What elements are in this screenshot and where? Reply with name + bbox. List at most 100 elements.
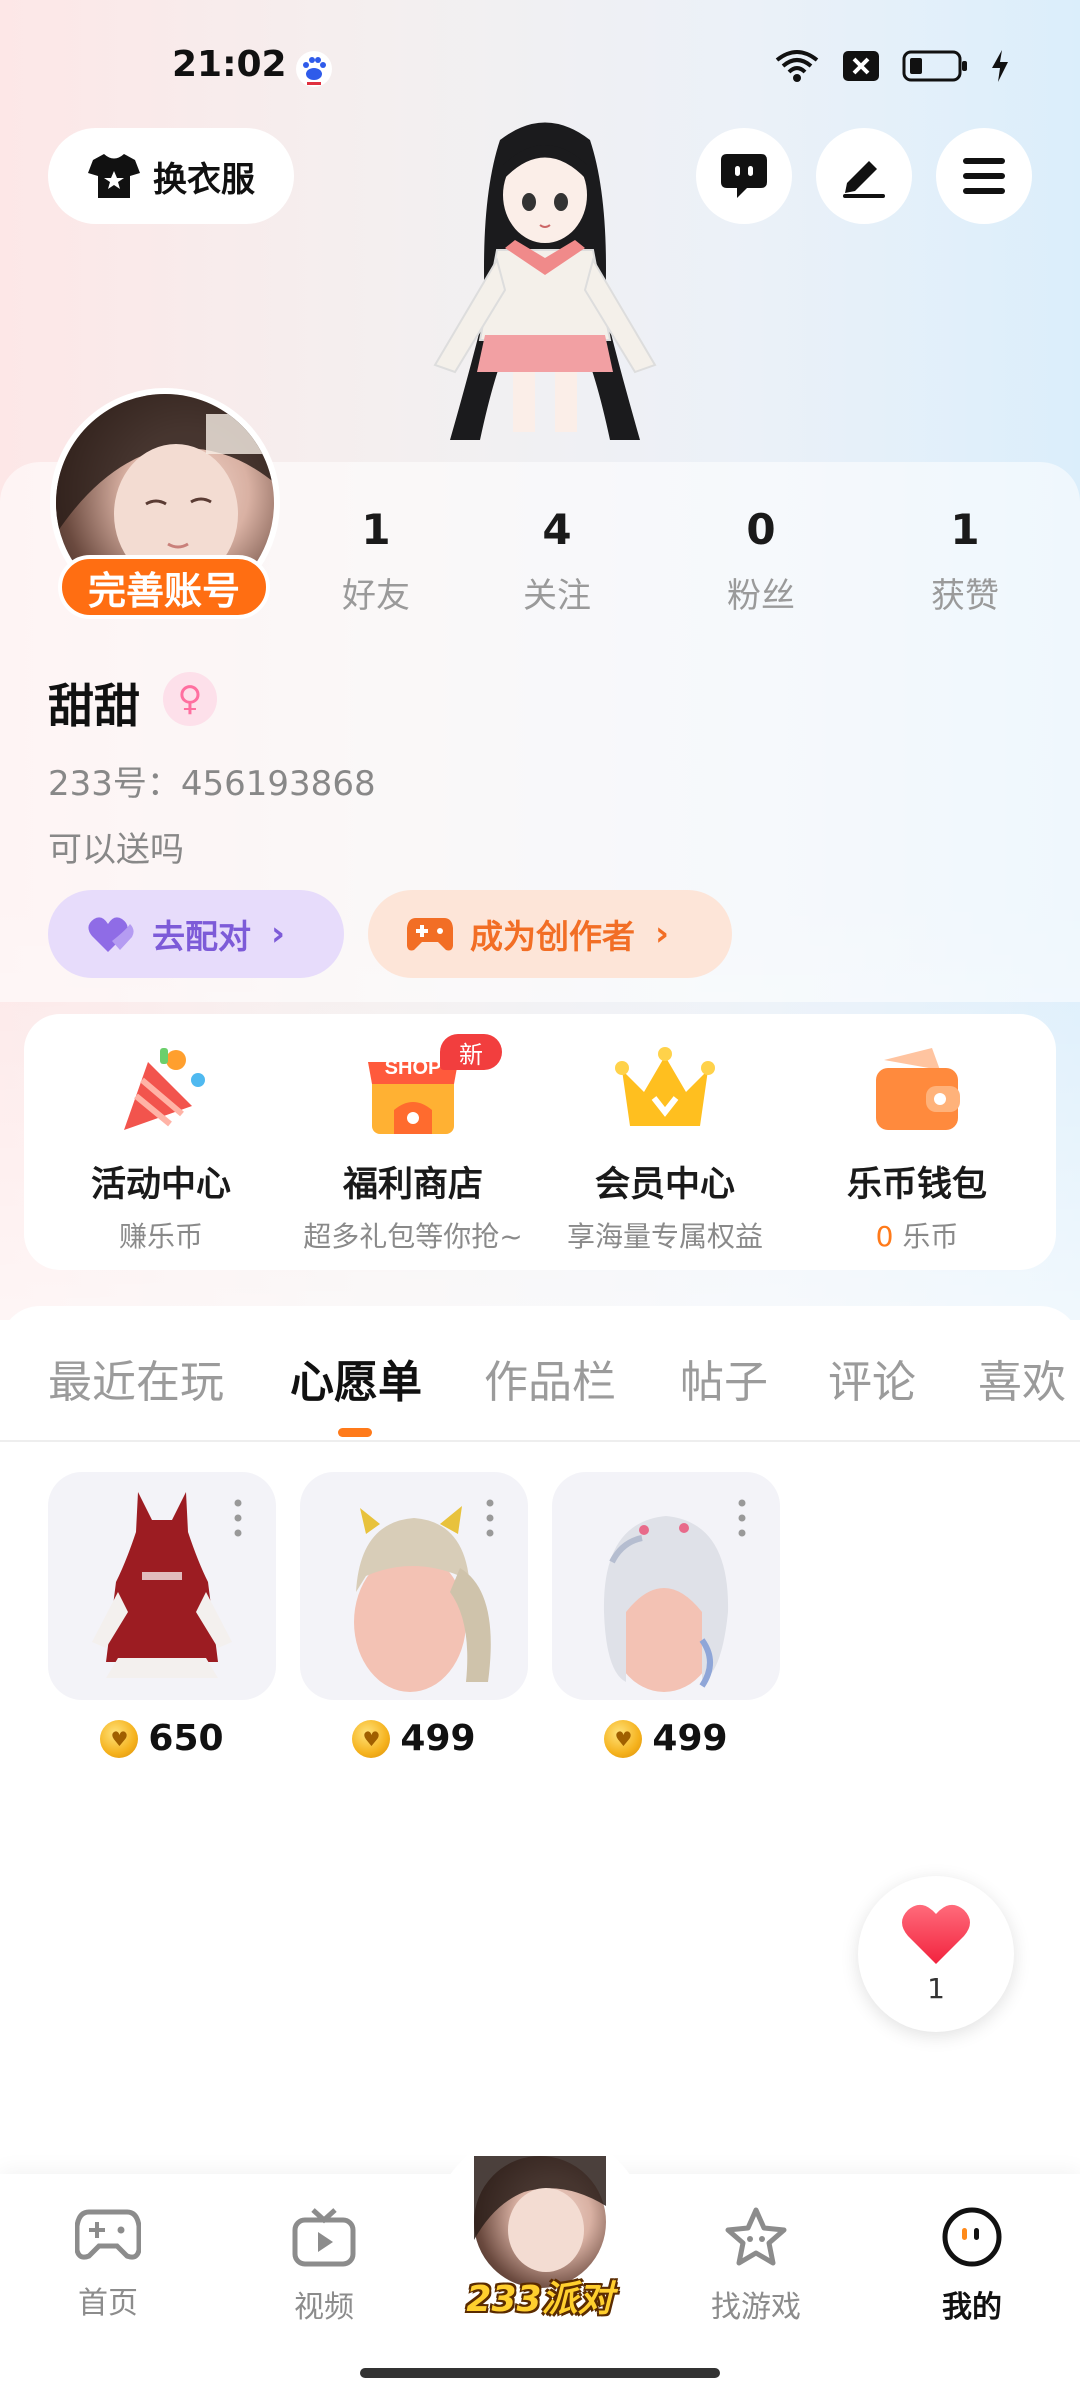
new-badge: 新: [440, 1034, 502, 1070]
tab-recent-played[interactable]: 最近在玩: [48, 1346, 224, 1410]
match-button[interactable]: 去配对 ›: [48, 890, 344, 978]
feature-title: 会员中心: [594, 1165, 735, 1205]
status-time: 21:02: [172, 44, 287, 85]
welfare-shop-entry[interactable]: SHOP 福利商店 超多礼包等你抢~: [288, 1040, 538, 1255]
wishlist-item[interactable]: ♥ 499: [552, 1472, 780, 1759]
item-thumbnail: [552, 1472, 780, 1700]
character-illustration: [433, 122, 657, 440]
feature-title: 活动中心: [90, 1165, 231, 1205]
wishlist-item[interactable]: ♥ 499: [300, 1472, 528, 1759]
edit-icon: [843, 161, 885, 198]
active-tab-indicator: [338, 1428, 372, 1437]
like-floating-button[interactable]: 1: [858, 1876, 1014, 2032]
user-id[interactable]: 233号：456193868: [48, 756, 376, 805]
nav-label: 视频: [294, 2290, 354, 2325]
nav-label: 首页: [78, 2286, 138, 2321]
dress-up-label: 换衣服: [153, 159, 255, 200]
baidu-icon: [296, 51, 332, 87]
gender-female-icon: ♀: [163, 672, 217, 726]
wallet-icon: [862, 1040, 972, 1140]
stat-value: 4: [542, 505, 572, 554]
match-label: 去配对: [152, 917, 251, 956]
nav-mine[interactable]: 我的: [902, 2206, 1042, 2326]
shop-sign-text: SHOP: [385, 1057, 442, 1079]
menu-icon: [963, 158, 1005, 194]
home-indicator[interactable]: [360, 2368, 720, 2378]
more-options-icon[interactable]: [234, 1498, 242, 1538]
stat-label: 关注: [523, 576, 591, 616]
heart-icon: [902, 1904, 970, 1964]
like-count: 1: [927, 1972, 945, 2005]
charging-icon: [992, 50, 1008, 82]
dress-up-button[interactable]: 换衣服: [48, 128, 294, 224]
vip-center-entry[interactable]: 会员中心 享海量专属权益: [540, 1040, 790, 1255]
party-label[interactable]: 233派对: [460, 2270, 620, 2322]
tab-posts[interactable]: 帖子: [680, 1346, 768, 1410]
wishlist-item[interactable]: ♥ 650: [48, 1472, 276, 1759]
coin-wallet-entry[interactable]: 乐币钱包 0 乐币: [792, 1040, 1042, 1255]
tab-works[interactable]: 作品栏: [484, 1346, 616, 1410]
tv-icon: [292, 2208, 356, 2267]
stat-value: 1: [950, 505, 980, 554]
nav-video[interactable]: 视频: [254, 2206, 394, 2326]
tshirt-icon: [88, 154, 140, 198]
tab-likes[interactable]: 喜欢: [978, 1346, 1066, 1410]
tab-wishlist[interactable]: 心愿单: [290, 1346, 422, 1410]
nav-label: 找游戏: [711, 2290, 801, 2325]
item-thumbnail: [300, 1472, 528, 1700]
edit-profile-button[interactable]: [816, 128, 912, 224]
more-options-icon[interactable]: [738, 1498, 746, 1538]
wifi-icon: [775, 50, 819, 82]
message-icon: [721, 154, 767, 198]
item-price: ♥ 650: [48, 1718, 276, 1759]
stat-label: 好友: [342, 576, 410, 616]
price-value: 650: [148, 1718, 224, 1759]
stat-following[interactable]: 4 关注: [477, 505, 637, 617]
feature-subtitle: 超多礼包等你抢~: [303, 1220, 523, 1253]
stat-fans[interactable]: 0 粉丝: [681, 505, 841, 617]
star-icon: [725, 2207, 787, 2266]
become-creator-label: 成为创作者: [470, 917, 635, 956]
feature-title: 福利商店: [342, 1165, 483, 1205]
party-avatar-photo: [474, 2156, 606, 2272]
feature-subtitle: 赚乐币: [118, 1220, 203, 1253]
price-value: 499: [400, 1718, 476, 1759]
gamepad-creator-icon: [407, 918, 453, 951]
stat-friends[interactable]: 1 好友: [296, 505, 456, 617]
hearts-icon: [88, 917, 134, 952]
no-sim-icon: [843, 51, 879, 81]
status-icons: [774, 48, 1010, 84]
stat-label: 粉丝: [727, 576, 795, 616]
coin-icon: ♥: [352, 1719, 391, 1758]
stat-likes[interactable]: 1 获赞: [885, 505, 1045, 617]
item-price: ♥ 499: [552, 1718, 780, 1759]
item-thumbnail: [48, 1472, 276, 1700]
tab-comments[interactable]: 评论: [828, 1346, 916, 1410]
party-popper-icon: [106, 1040, 216, 1140]
complete-account-badge[interactable]: 完善账号: [58, 555, 270, 619]
nav-home[interactable]: 首页: [38, 2206, 178, 2322]
nav-find-games[interactable]: 找游戏: [686, 2206, 826, 2326]
price-value: 499: [652, 1718, 728, 1759]
user-bio: 可以送吗: [48, 830, 184, 870]
coin-unit: 乐币: [893, 1220, 959, 1253]
character-avatar-3d[interactable]: [405, 110, 685, 465]
gamepad-icon: [74, 2209, 142, 2260]
more-options-icon[interactable]: [486, 1498, 494, 1538]
coin-icon: ♥: [100, 1719, 139, 1758]
activity-center-entry[interactable]: 活动中心 赚乐币: [36, 1040, 286, 1255]
battery-icon: [902, 50, 967, 82]
nav-label: 我的: [942, 2290, 1002, 2325]
become-creator-button[interactable]: 成为创作者 ›: [368, 890, 732, 978]
profile-face-icon: [942, 2207, 1002, 2267]
menu-button[interactable]: [936, 128, 1032, 224]
stat-value: 1: [361, 505, 391, 554]
chevron-right-icon: ›: [271, 914, 286, 954]
chevron-right-icon: ›: [655, 914, 670, 954]
coin-icon: ♥: [604, 1719, 643, 1758]
message-button[interactable]: [696, 128, 792, 224]
feature-title: 乐币钱包: [846, 1165, 987, 1205]
username: 甜甜: [48, 679, 140, 733]
feature-subtitle: 享海量专属权益: [566, 1220, 763, 1253]
feature-subtitle: 0 乐币: [792, 1215, 1042, 1255]
